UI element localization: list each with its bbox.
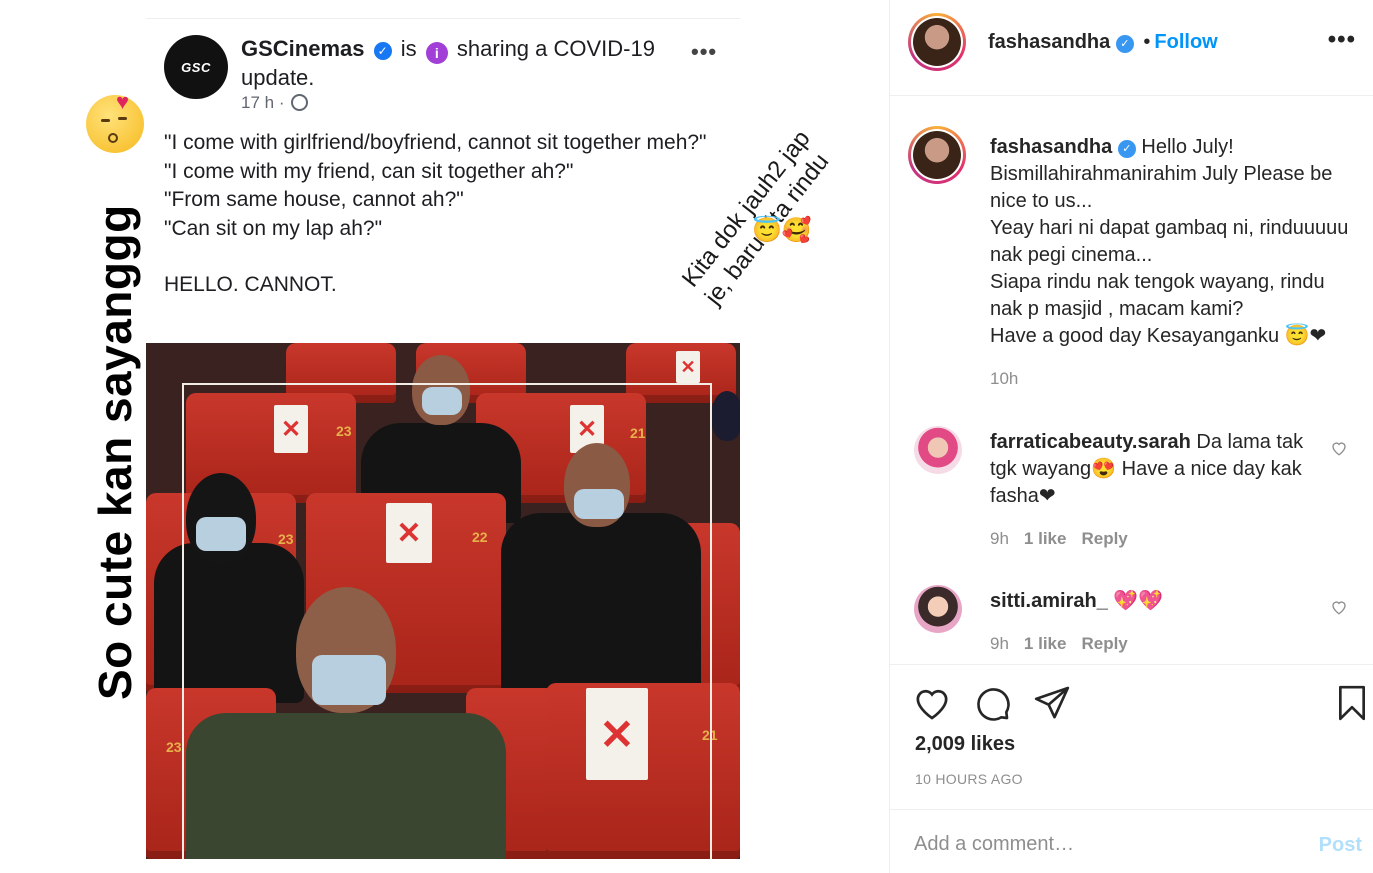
reply-button[interactable]: Reply: [1081, 529, 1127, 548]
caption-line: Hello July!: [1141, 136, 1234, 158]
post-actions: 2,009 likes 10 HOURS AGO: [890, 664, 1373, 809]
avatar[interactable]: [914, 426, 962, 474]
seat-number: 23: [166, 739, 182, 755]
fb-post-time: 17 h ·: [241, 93, 309, 113]
caption-line: Siapa rindu nak tengok wayang, rindu nak…: [990, 271, 1325, 320]
comment-likes[interactable]: 1 like: [1024, 529, 1067, 548]
comment-time[interactable]: 9h: [990, 529, 1009, 548]
username-link[interactable]: fashasandha: [988, 31, 1110, 53]
separator-dot: •: [1143, 31, 1151, 53]
caption-timestamp[interactable]: 10h: [990, 369, 1018, 389]
caption-line: Yeay hari ni dapat gambaq ni, rinduuuuu …: [990, 217, 1349, 266]
like-comment-icon[interactable]: [1330, 439, 1348, 457]
bookmark-icon[interactable]: [1332, 683, 1372, 723]
username-link[interactable]: fashasandha: [990, 136, 1112, 158]
comment-text: farraticabeauty.sarah Da lama tak tgk wa…: [990, 431, 1304, 507]
overlay-emoji: 😇🥰: [752, 217, 812, 244]
verified-icon: ✓: [1117, 140, 1136, 158]
caption-line: Bismillahirahmanirahim July Please be ni…: [990, 163, 1333, 212]
comment-meta: 9h 1 like Reply: [990, 634, 1143, 654]
username-link[interactable]: farraticabeauty.sarah: [990, 431, 1191, 453]
comment-meta: 9h 1 like Reply: [990, 529, 1143, 549]
heart-icon[interactable]: [912, 683, 952, 723]
like-comment-icon[interactable]: [1330, 598, 1348, 616]
post-media[interactable]: GSC GSCinemas ✓ is i sharing a COVID-19 …: [0, 0, 889, 873]
more-icon: •••: [691, 39, 718, 64]
fb-closing: HELLO. CANNOT.: [164, 273, 337, 296]
fb-post-header: GSCinemas ✓ is i sharing a COVID-19 upda…: [241, 35, 711, 92]
frame-line: [182, 383, 712, 859]
avatar[interactable]: [908, 13, 966, 71]
fb-line: "I come with girlfriend/boyfriend, canno…: [164, 131, 707, 154]
post-sidebar: fashasandha ✓ • Follow ••• fashasandha ✓ …: [889, 0, 1373, 873]
comment-likes[interactable]: 1 like: [1024, 634, 1067, 653]
fb-page-name: GSCinemas: [241, 36, 365, 61]
verified-icon: ✓: [373, 42, 392, 60]
info-icon: i: [425, 42, 448, 64]
verified-icon: ✓: [1115, 35, 1134, 53]
person-head: [711, 391, 740, 441]
share-icon[interactable]: [1032, 683, 1072, 723]
comment-time[interactable]: 9h: [990, 634, 1009, 653]
no-sit-sign: ✕: [676, 351, 700, 383]
avatar[interactable]: [908, 126, 966, 184]
comment-form: Post: [890, 809, 1373, 873]
cinema-photo: ✕ ✕ ✕ 23 21 ✕ 23 22 ✕ 23 22 21: [146, 343, 740, 859]
post-comment-button[interactable]: Post: [1319, 834, 1362, 857]
reply-button[interactable]: Reply: [1081, 634, 1127, 653]
caption-text: fashasandha ✓ Hello July! Bismillahirahm…: [990, 134, 1352, 350]
avatar[interactable]: [914, 585, 962, 633]
overlay-caption-left: So cute kan sayanggg: [89, 204, 141, 700]
facebook-post-screenshot: GSC GSCinemas ✓ is i sharing a COVID-19 …: [146, 18, 740, 343]
likes-count[interactable]: 2,009 likes: [915, 733, 1015, 756]
follow-button[interactable]: Follow: [1154, 31, 1217, 53]
comment-text: sitti.amirah_ 💖💖: [990, 590, 1164, 612]
fb-line: "Can sit on my lap ah?": [164, 216, 383, 240]
fb-line: "From same house, cannot ah?": [164, 188, 464, 211]
comment-icon[interactable]: [972, 683, 1012, 723]
post-header: fashasandha ✓ • Follow •••: [890, 0, 1373, 96]
fb-post-body: "I come with girlfriend/boyfriend, canno…: [164, 129, 724, 300]
username-link[interactable]: sitti.amirah_: [990, 590, 1108, 612]
globe-icon: [291, 94, 309, 111]
comment-input[interactable]: [914, 830, 1304, 858]
gsc-logo: GSC: [164, 35, 228, 99]
post-timestamp[interactable]: 10 HOURS AGO: [915, 771, 1023, 787]
header-user: fashasandha ✓ • Follow: [988, 29, 1218, 55]
more-options-icon[interactable]: •••: [1328, 26, 1356, 54]
fb-is-word: is: [400, 36, 417, 61]
fb-line: "I come with my friend, can sit together…: [164, 159, 574, 183]
caption-line: Have a good day Kesayanganku 😇❤: [990, 325, 1327, 347]
